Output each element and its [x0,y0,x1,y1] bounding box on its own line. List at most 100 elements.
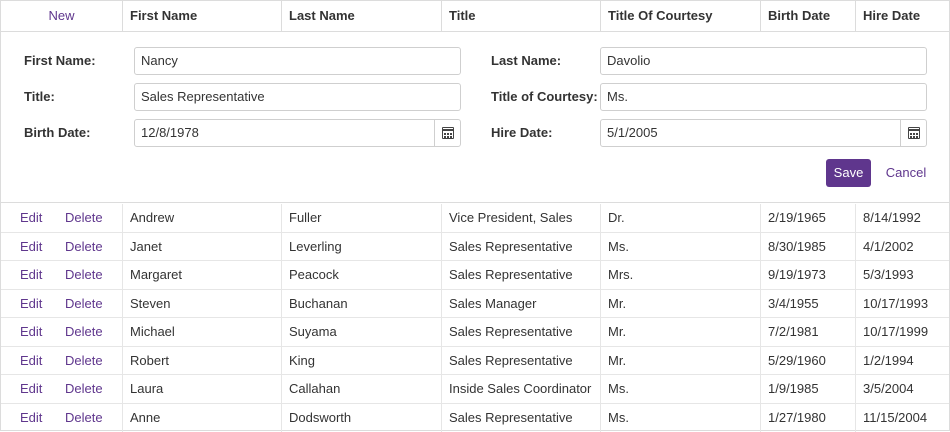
cell-hire-date: 3/5/2004 [855,375,949,403]
title-of-courtesy-label: Title of Courtesy: [491,83,598,111]
birth-date-calendar-button[interactable] [434,120,460,146]
cell-last-name: Fuller [281,204,441,232]
cell-last-name: Callahan [281,375,441,403]
cell-birth-date: 1/27/1980 [760,404,855,432]
birth-date-value[interactable]: 12/8/1978 [135,120,199,146]
cell-hire-date: 10/17/1993 [855,290,949,318]
cell-title: Sales Representative [441,318,600,346]
cell-title: Sales Representative [441,347,600,375]
cell-title-of-courtesy: Mr. [600,347,760,375]
edit-form: First Name: Nancy Last Name: Davolio Tit… [1,32,949,203]
cell-first-name: Michael [122,318,281,346]
edit-button[interactable]: Edit [20,318,42,346]
column-header-birth-date[interactable]: Birth Date [760,1,855,31]
title-field[interactable]: Sales Representative [134,83,461,111]
column-header-last-name[interactable]: Last Name [281,1,441,31]
birth-date-label: Birth Date: [24,119,90,147]
cell-title-of-courtesy: Mr. [600,290,760,318]
table-row: Edit Delete Andrew Fuller Vice President… [1,204,949,233]
cell-hire-date: 10/17/1999 [855,318,949,346]
hire-date-label: Hire Date: [491,119,552,147]
first-name-label: First Name: [24,47,96,75]
column-header-title-of-courtesy[interactable]: Title Of Courtesy [600,1,760,31]
cell-title-of-courtesy: Dr. [600,204,760,232]
table-row: Edit Delete Steven Buchanan Sales Manage… [1,290,949,319]
cell-last-name: Suyama [281,318,441,346]
delete-button[interactable]: Delete [65,233,103,261]
cell-title-of-courtesy: Ms. [600,404,760,432]
hire-date-picker[interactable]: 5/1/2005 [600,119,927,147]
new-button[interactable]: New [1,1,122,31]
cell-birth-date: 2/19/1965 [760,204,855,232]
edit-button[interactable]: Edit [20,290,42,318]
table-row: Edit Delete Robert King Sales Representa… [1,347,949,376]
edit-button[interactable]: Edit [20,233,42,261]
delete-button[interactable]: Delete [65,404,103,432]
edit-button[interactable]: Edit [20,204,42,232]
column-header-first-name[interactable]: First Name [122,1,281,31]
column-header-hire-date[interactable]: Hire Date [855,1,949,31]
cell-last-name: Dodsworth [281,404,441,432]
cancel-button[interactable]: Cancel [881,159,931,187]
column-header-title[interactable]: Title [441,1,600,31]
cell-title-of-courtesy: Ms. [600,375,760,403]
cell-birth-date: 3/4/1955 [760,290,855,318]
cell-birth-date: 7/2/1981 [760,318,855,346]
table-row: Edit Delete Janet Leverling Sales Repres… [1,233,949,262]
cell-hire-date: 1/2/1994 [855,347,949,375]
cell-title-of-courtesy: Ms. [600,233,760,261]
title-of-courtesy-field[interactable]: Ms. [600,83,927,111]
calendar-icon [908,127,920,139]
cell-birth-date: 9/19/1973 [760,261,855,289]
cell-title: Sales Representative [441,404,600,432]
table-row: Edit Delete Margaret Peacock Sales Repre… [1,261,949,290]
grid-header: New First Name Last Name Title Title Of … [1,1,949,32]
hire-date-value[interactable]: 5/1/2005 [601,120,658,146]
cell-hire-date: 5/3/1993 [855,261,949,289]
cell-title: Sales Manager [441,290,600,318]
cell-first-name: Robert [122,347,281,375]
cell-title-of-courtesy: Mrs. [600,261,760,289]
cell-first-name: Steven [122,290,281,318]
hire-date-calendar-button[interactable] [900,120,926,146]
data-grid: New First Name Last Name Title Title Of … [0,0,950,431]
cell-last-name: Leverling [281,233,441,261]
cell-first-name: Andrew [122,204,281,232]
grid-body: Edit Delete Andrew Fuller Vice President… [1,204,949,432]
cell-last-name: Buchanan [281,290,441,318]
cell-title: Vice President, Sales [441,204,600,232]
delete-button[interactable]: Delete [65,375,103,403]
cell-last-name: Peacock [281,261,441,289]
birth-date-picker[interactable]: 12/8/1978 [134,119,461,147]
cell-first-name: Janet [122,233,281,261]
table-row: Edit Delete Anne Dodsworth Sales Represe… [1,404,949,432]
cell-hire-date: 4/1/2002 [855,233,949,261]
cell-birth-date: 8/30/1985 [760,233,855,261]
cell-birth-date: 5/29/1960 [760,347,855,375]
title-label: Title: [24,83,55,111]
last-name-label: Last Name: [491,47,561,75]
delete-button[interactable]: Delete [65,261,103,289]
delete-button[interactable]: Delete [65,318,103,346]
edit-button[interactable]: Edit [20,261,42,289]
cell-first-name: Anne [122,404,281,432]
save-button[interactable]: Save [826,159,871,187]
cell-hire-date: 11/15/2004 [855,404,949,432]
table-row: Edit Delete Laura Callahan Inside Sales … [1,375,949,404]
delete-button[interactable]: Delete [65,347,103,375]
cell-title: Sales Representative [441,233,600,261]
calendar-icon [442,127,454,139]
cell-title: Inside Sales Coordinator [441,375,600,403]
cell-first-name: Laura [122,375,281,403]
cell-first-name: Margaret [122,261,281,289]
first-name-field[interactable]: Nancy [134,47,461,75]
edit-button[interactable]: Edit [20,404,42,432]
edit-button[interactable]: Edit [20,375,42,403]
cell-last-name: King [281,347,441,375]
delete-button[interactable]: Delete [65,204,103,232]
cell-title: Sales Representative [441,261,600,289]
delete-button[interactable]: Delete [65,290,103,318]
edit-button[interactable]: Edit [20,347,42,375]
last-name-field[interactable]: Davolio [600,47,927,75]
table-row: Edit Delete Michael Suyama Sales Represe… [1,318,949,347]
